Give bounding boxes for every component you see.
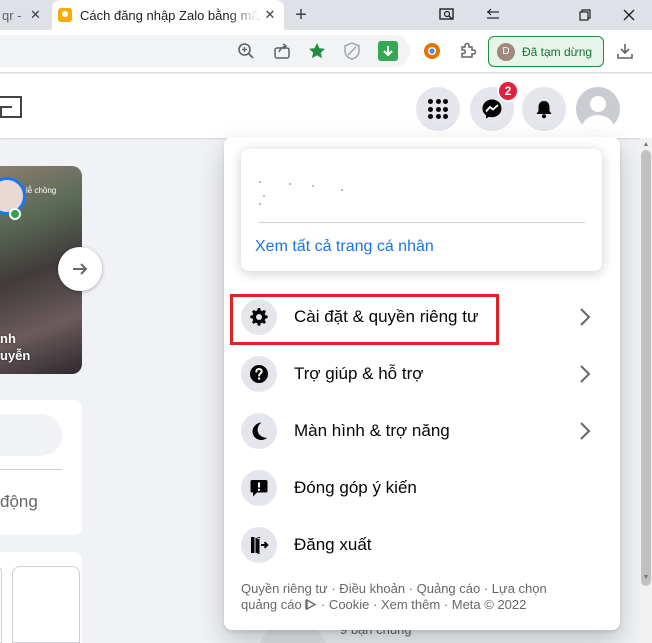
menu-item-label: Màn hình & trợ năng: [294, 421, 450, 440]
minimize-icon[interactable]: [478, 3, 508, 27]
messenger-icon: [482, 99, 502, 119]
dropdown-footer-links: Quyền riêng tư · Điều khoản · Quảng cáo …: [241, 581, 593, 613]
chrome-extension-icon[interactable]: [422, 41, 442, 61]
content-tile[interactable]: [12, 566, 80, 643]
share-icon[interactable]: [272, 41, 292, 61]
menu-item-give-feedback[interactable]: Đóng góp ý kiến: [236, 462, 608, 514]
close-window-icon[interactable]: [614, 3, 644, 27]
story-name-line: nh: [0, 331, 16, 346]
post-composer-input[interactable]: [0, 414, 62, 456]
scroll-down-arrow-icon[interactable]: ▼: [641, 573, 651, 583]
story-name-line: uyễn: [0, 348, 31, 363]
close-icon[interactable]: ✕: [28, 7, 44, 23]
pages-icon[interactable]: [0, 96, 22, 118]
profile-name-blurred: [257, 177, 347, 205]
profile-paused-chip[interactable]: D Đã tạm dừng: [488, 36, 604, 67]
profile-avatar[interactable]: [576, 87, 620, 131]
story-tag-text: lễ chồng: [26, 186, 57, 195]
tab-title: qr -: [2, 7, 22, 23]
divider: [258, 222, 585, 223]
logout-icon: [241, 527, 277, 563]
zalo-favicon-icon: [58, 8, 72, 22]
chevron-right-icon: [573, 305, 597, 329]
tab-search-icon[interactable]: [432, 3, 462, 27]
messenger-badge: 2: [497, 80, 519, 102]
content-tile[interactable]: [0, 566, 2, 643]
help-icon: [241, 356, 277, 392]
moon-icon: [241, 413, 277, 449]
new-tab-button[interactable]: +: [290, 5, 312, 27]
notifications-button[interactable]: [522, 87, 566, 131]
see-all-profiles-link[interactable]: Xem tất cả trang cá nhân: [255, 238, 434, 256]
avatar-body-shape: [582, 115, 614, 131]
profile-status-label: Đã tạm dừng: [522, 44, 593, 59]
chevron-right-icon: [573, 362, 597, 386]
footer-line[interactable]: Quyền riêng tư · Điều khoản · Quảng cáo …: [241, 581, 593, 597]
scroll-up-arrow-icon[interactable]: ▲: [641, 140, 651, 150]
arrow-right-icon: [73, 263, 88, 275]
close-icon[interactable]: ✕: [262, 7, 278, 23]
footer-line[interactable]: quảng cáo · Cookie · Xem thêm · Meta © 2…: [241, 597, 593, 613]
feedback-icon: [241, 470, 277, 506]
bookmark-star-icon[interactable]: [307, 41, 327, 61]
bell-icon: [536, 101, 552, 119]
page-scrollbar-thumb[interactable]: [641, 150, 651, 586]
menu-item-label: Đăng xuất: [294, 535, 372, 554]
menu-item-label: Trợ giúp & hỗ trợ: [294, 364, 424, 383]
menu-item-log-out[interactable]: Đăng xuất: [236, 519, 608, 571]
shield-icon[interactable]: [342, 41, 362, 61]
menu-grid-button[interactable]: [416, 87, 460, 131]
zoom-icon[interactable]: [236, 41, 256, 61]
menu-item-label: Đóng góp ý kiến: [294, 478, 417, 497]
tab-title-fade: [228, 6, 258, 24]
composer-action-label[interactable]: động: [0, 492, 38, 512]
avatar-head-shape: [590, 96, 606, 112]
profile-card[interactable]: Xem tất cả trang cá nhân: [241, 149, 602, 271]
divider: [0, 469, 62, 470]
browser-tab-previous[interactable]: qr - ✕: [0, 0, 52, 30]
story-next-button[interactable]: [58, 247, 102, 291]
chevron-right-icon: [573, 419, 597, 443]
footer-links-rest[interactable]: · Cookie · Xem thêm · Meta © 2022: [321, 597, 526, 612]
puzzle-icon[interactable]: [458, 41, 478, 61]
menu-item-help-support[interactable]: Trợ giúp & hỗ trợ: [236, 348, 608, 400]
download-extension-icon[interactable]: [378, 41, 398, 61]
content-card: [0, 552, 82, 643]
browser-toolbar: D Đã tạm dừng: [0, 30, 652, 73]
menu-item-display-accessibility[interactable]: Màn hình & trợ năng: [236, 405, 608, 457]
restore-window-icon[interactable]: [570, 3, 600, 27]
online-status-dot: [9, 208, 21, 220]
profile-initial-avatar: D: [497, 42, 515, 61]
highlight-annotation-box: [230, 294, 499, 345]
facebook-header: [0, 74, 652, 138]
story-author-name: nh uyễn: [0, 330, 30, 364]
browser-tab-strip: qr - ✕ Cách đăng nhập Zalo bằng mã QR ✕ …: [0, 0, 652, 30]
footer-ad-choices-link[interactable]: quảng cáo: [241, 597, 302, 612]
account-dropdown-menu: Xem tất cả trang cá nhân Cài đặt & quyền…: [224, 137, 620, 630]
download-icon[interactable]: [615, 41, 635, 61]
menu-grid-icon: [428, 99, 448, 119]
ad-choices-icon: [305, 598, 317, 611]
browser-tab-active[interactable]: Cách đăng nhập Zalo bằng mã QR ✕: [52, 0, 284, 30]
post-composer-card: động: [0, 400, 82, 535]
